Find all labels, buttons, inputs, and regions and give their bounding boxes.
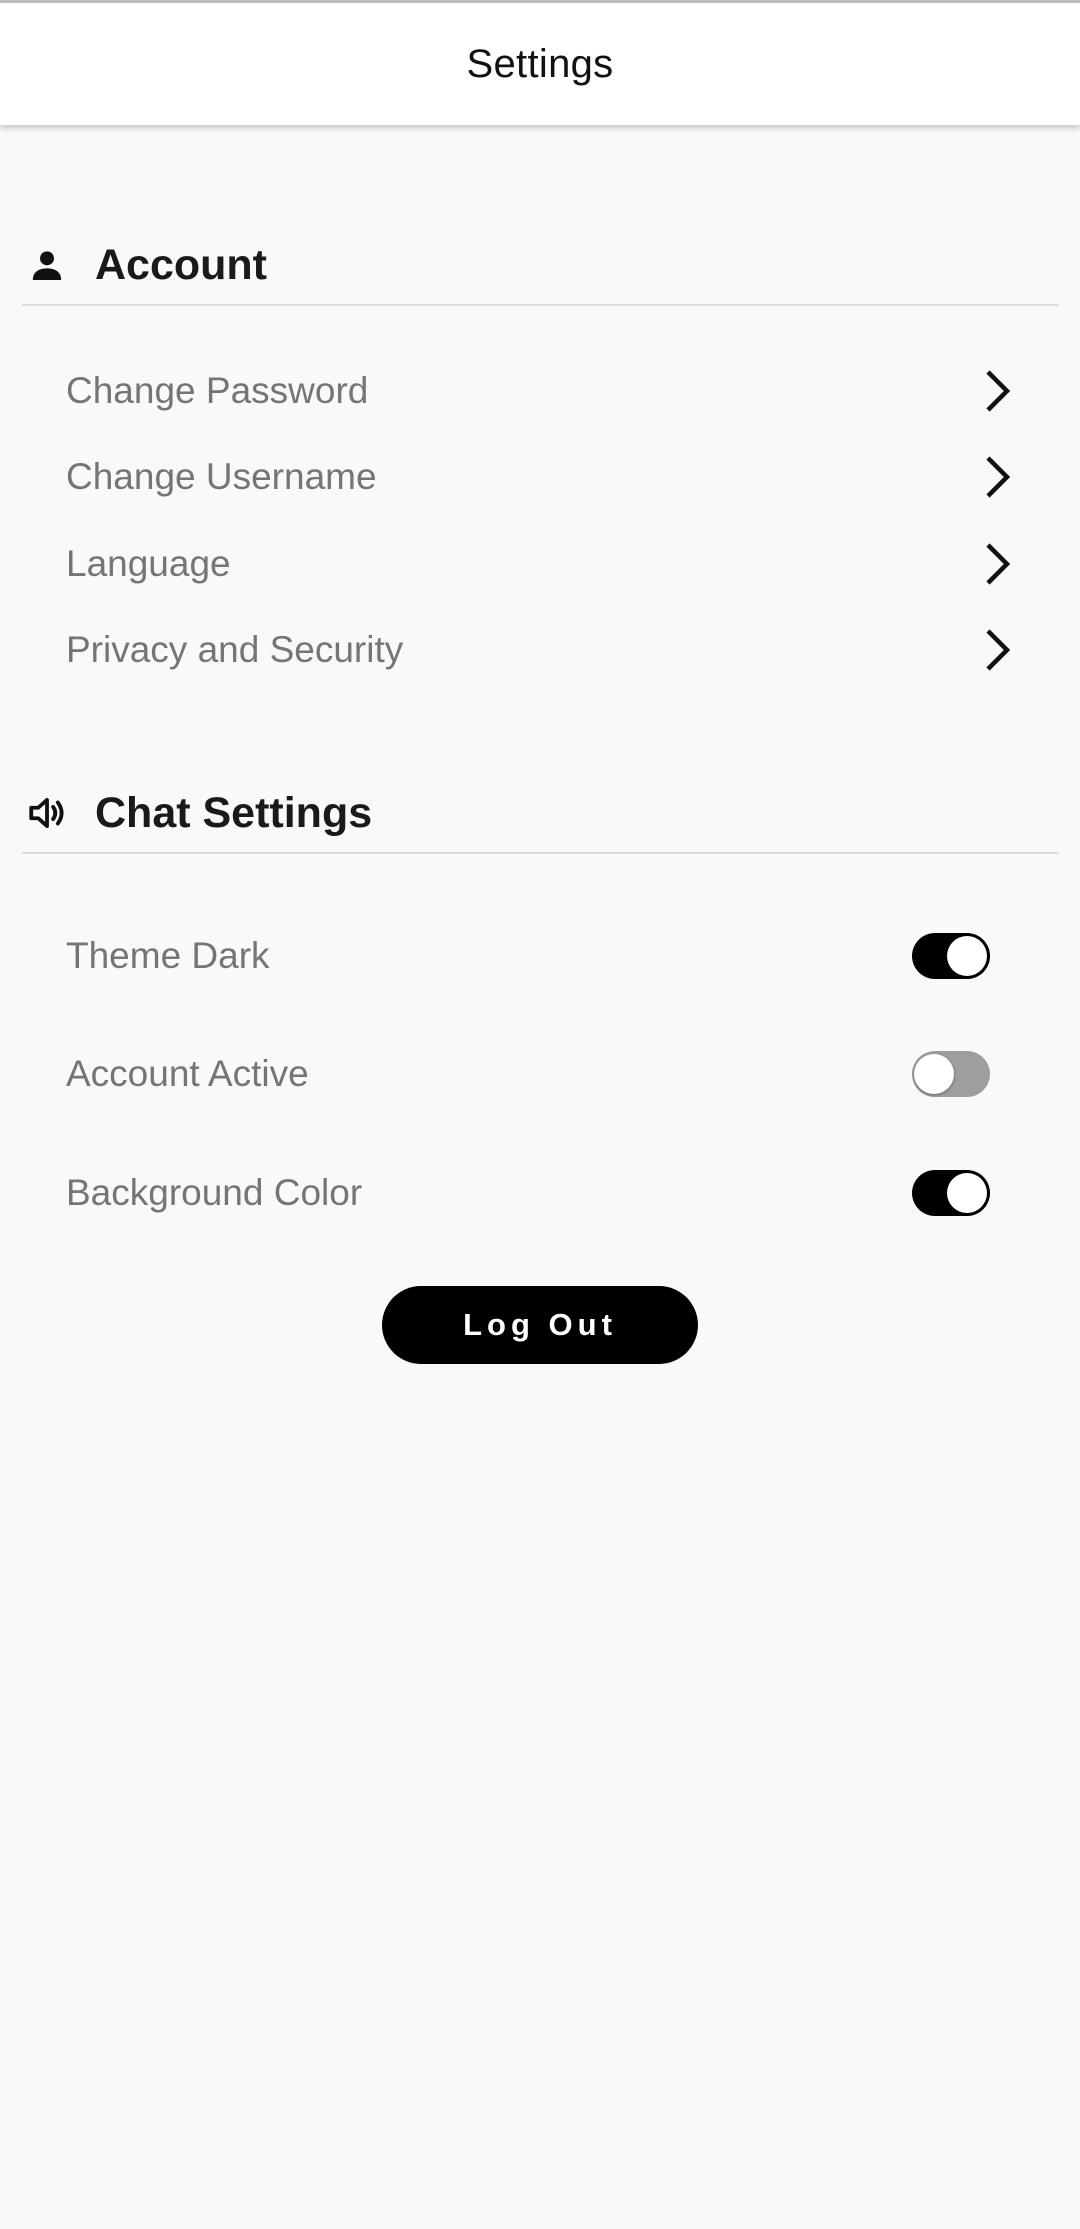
change-username-item[interactable]: Change Username [66,434,1016,520]
person-icon [22,240,72,290]
account-active-row: Account Active [66,1029,990,1119]
chevron-right-icon [976,366,1016,416]
account-active-switch[interactable] [912,1051,990,1097]
chevron-right-icon [976,452,1016,502]
background-color-label: Background Color [66,1172,363,1213]
volume-icon [22,788,72,838]
background-color-row: Background Color [66,1148,990,1238]
account-active-label: Account Active [66,1053,309,1094]
theme-dark-row: Theme Dark [66,911,990,1001]
change-username-label: Change Username [66,456,377,497]
privacy-security-label: Privacy and Security [66,629,404,670]
account-section-header: Account [22,226,1059,306]
chevron-right-icon [976,625,1016,675]
switch-knob [914,1054,954,1094]
theme-dark-switch[interactable] [912,933,990,979]
chevron-right-icon [976,539,1016,589]
privacy-security-item[interactable]: Privacy and Security [66,607,1016,693]
switch-knob [947,1173,987,1213]
account-section-title: Account [95,240,267,289]
change-password-item[interactable]: Change Password [66,348,1016,434]
background-color-switch[interactable] [912,1170,990,1216]
logout-button[interactable]: Log Out [382,1286,698,1364]
app-bar: Settings [0,0,1080,125]
theme-dark-label: Theme Dark [66,935,270,976]
chat-settings-section-title: Chat Settings [95,788,373,837]
change-password-label: Change Password [66,370,369,411]
language-label: Language [66,543,231,584]
page-title: Settings [466,41,614,86]
switch-knob [947,936,987,976]
chat-settings-section-header: Chat Settings [22,774,1059,854]
language-item[interactable]: Language [66,521,1016,607]
